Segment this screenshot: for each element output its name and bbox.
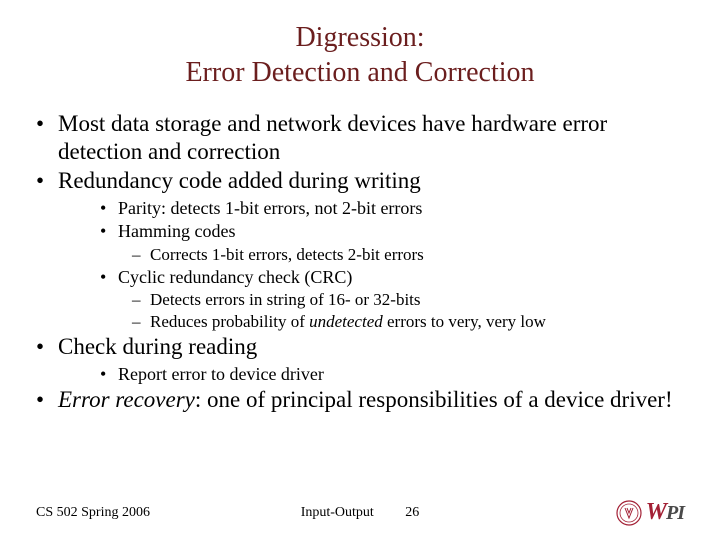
bullet-4: Error recovery: one of principal respons… [36, 386, 684, 414]
bullet-list: Most data storage and network devices ha… [36, 110, 684, 195]
bullet-2-2-sub: Corrects 1-bit errors, detects 2-bit err… [36, 244, 684, 266]
slide-body: Digression: Error Detection and Correcti… [0, 0, 720, 414]
slide-footer: CS 502 Spring 2006 Input-Output 26 WPI [0, 499, 720, 526]
bullet-2-3-2-c: errors to very, very low [383, 312, 546, 331]
bullet-3-1: Report error to device driver [100, 363, 684, 386]
bullet-2-3: Cyclic redundancy check (CRC) [100, 266, 684, 289]
wpi-pi: PI [666, 502, 684, 525]
wpi-wordmark: WPI [646, 499, 684, 526]
bullet-1: Most data storage and network devices ha… [36, 110, 684, 165]
bullet-3-sub: Report error to device driver [36, 363, 684, 386]
bullet-2-sub: Parity: detects 1-bit errors, not 2-bit … [36, 197, 684, 244]
bullet-3: Check during reading [36, 333, 684, 361]
bullet-4-a: Error recovery [58, 387, 195, 412]
bullet-2-3-2-a: Reduces probability of [150, 312, 309, 331]
footer-course: CS 502 Spring 2006 [36, 505, 150, 521]
footer-logo: WPI [616, 499, 684, 526]
wpi-seal-icon [616, 500, 642, 526]
bullet-2-sub-continued: Cyclic redundancy check (CRC) [36, 266, 684, 289]
slide-title: Digression: Error Detection and Correcti… [36, 20, 684, 90]
bullet-2-1: Parity: detects 1-bit errors, not 2-bit … [100, 197, 684, 220]
title-line-2: Error Detection and Correction [185, 57, 534, 88]
bullet-4-b: : one of principal responsibilities of a… [195, 387, 673, 412]
bullet-2-3-2: Reduces probability of undetected errors… [132, 311, 684, 333]
bullet-list-final: Error recovery: one of principal respons… [36, 386, 684, 414]
bullet-list-continued: Check during reading [36, 333, 684, 361]
bullet-2-2: Hamming codes [100, 220, 684, 243]
bullet-2: Redundancy code added during writing [36, 167, 684, 195]
wpi-w: W [646, 499, 666, 526]
bullet-2-3-1: Detects errors in string of 16- or 32-bi… [132, 289, 684, 311]
title-line-1: Digression: [295, 22, 424, 53]
bullet-2-3-2-b: undetected [309, 312, 383, 331]
bullet-2-2-1: Corrects 1-bit errors, detects 2-bit err… [132, 244, 684, 266]
footer-section: Input-Output [301, 505, 374, 520]
bullet-2-3-sub: Detects errors in string of 16- or 32-bi… [36, 289, 684, 333]
footer-page: 26 [405, 505, 419, 520]
